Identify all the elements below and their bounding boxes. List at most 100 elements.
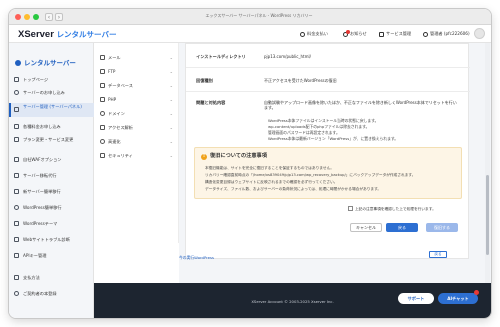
theme-icon: [14, 221, 19, 226]
wp-icon: [14, 205, 19, 210]
back-nav-icon[interactable]: ‹: [45, 13, 53, 21]
account-link[interactable]: 管理者 (pfc222606): [423, 31, 470, 37]
speed-icon: [100, 139, 105, 144]
support-button[interactable]: サポート: [398, 293, 434, 304]
service-label: サービス管理: [386, 31, 412, 36]
warning-title: ! 復旧についての注意事項: [201, 152, 267, 160]
submenu-item-domain[interactable]: ドメイン ⌄: [94, 111, 179, 117]
bullet-item: WordPress本体は最新バージョン「WordPress」が、に置き換えられま…: [268, 136, 399, 141]
page-footer: XServer Account © 2003-2025 Xserver Inc.…: [94, 283, 491, 318]
sidebar-item-waf[interactable]: 自社WAFオプション: [9, 157, 94, 163]
payment-link[interactable]: 料金支払い: [300, 31, 328, 37]
chevron-down-icon: ⌄: [169, 97, 173, 102]
warning-box: ! 復旧についての注意事項 本復旧機能は、サイトを完全に復旧することを保証するもの…: [194, 147, 462, 199]
submenu-item-analytics[interactable]: アクセス解析 ⌄: [94, 125, 179, 131]
notice-badge: [346, 29, 350, 34]
submenu-item-security[interactable]: セキュリティ ⌄: [94, 153, 179, 159]
sidebar-item-diagnosis[interactable]: Webサイトトラブル診断: [9, 237, 94, 243]
warning-title-text: 復旧についての注意事項: [210, 153, 267, 159]
back-button[interactable]: 戻る: [386, 223, 418, 232]
maximize-window-button[interactable]: [33, 14, 39, 20]
grid-icon: [379, 31, 384, 37]
chevron-down-icon: ⌄: [169, 153, 173, 158]
vertical-scrollbar[interactable]: [485, 43, 490, 283]
shield-icon: [100, 153, 105, 158]
sidebar-brand[interactable]: レンタルサーバー: [15, 57, 76, 67]
swap-icon: [14, 137, 19, 142]
warning-icon: !: [201, 154, 207, 160]
home-icon: [14, 77, 19, 82]
warning-line: 構造化変更目録はウェブサイトに反映されるまでの確認を必ず行ってください。: [205, 180, 338, 184]
return-button[interactable]: 戻る: [429, 251, 447, 258]
user-icon: [423, 31, 428, 37]
sidebar-label: サーバー管理 (サーバーパネル): [23, 104, 82, 109]
sidebar-item-top[interactable]: トップページ: [9, 77, 94, 83]
close-window-button[interactable]: [15, 14, 21, 20]
php-icon: [100, 97, 105, 102]
recover-button[interactable]: 復旧する: [426, 223, 458, 232]
chevron-down-icon: ⌄: [169, 83, 173, 88]
agree-checkbox[interactable]: [348, 206, 353, 211]
yen-icon: [14, 124, 19, 129]
scrollbar-thumb[interactable]: [486, 175, 489, 255]
move-icon: [14, 173, 19, 178]
sidebar-item-plan[interactable]: プラン変更・サービス変更: [9, 137, 94, 143]
submenu-label: FTP: [108, 69, 116, 74]
account-label: 管理者 (pfc222606): [430, 31, 470, 36]
main-content: インストールディレクトリ pjp13.com/public_html/ 回復種別…: [179, 43, 491, 283]
state-row: 回復種別 不正アクセスを受けたWordPressの復旧: [186, 68, 470, 92]
agree-checkbox-row[interactable]: 上記の注意事項を確認した上で処理を行います。: [348, 206, 436, 212]
sidebar-item-server-panel[interactable]: サーバー管理 (サーバーパネル): [9, 103, 94, 117]
title-bar: ‹ › エックスサーバー サーバーパネル - WordPress リカバリー: [9, 9, 491, 25]
sidebar-item-register[interactable]: ご契約者の本登録: [9, 291, 94, 297]
sidebar-item-wp-migration[interactable]: WordPress簡単移行: [9, 205, 94, 211]
sidebar-item-wp-theme[interactable]: WordPressテーマ: [9, 221, 94, 227]
problem-desc: 自動試験やアップロード画像を除いたほか、不正なファイルを除き新しくWordPre…: [264, 100, 457, 110]
sidebar-label: サーバーのお申し込み: [23, 90, 65, 95]
service-menu-link[interactable]: サービス管理: [379, 31, 411, 37]
xserver-logo[interactable]: XServer レンタルサーバー: [18, 29, 117, 40]
bell-icon: [343, 29, 350, 37]
sidebar-item-payment[interactable]: 支払方法: [9, 275, 94, 281]
user-icon: [14, 291, 19, 296]
sidebar-item-easy-migration[interactable]: 新サーバー簡単移行: [9, 189, 94, 195]
ftp-icon: [100, 69, 105, 74]
notice-link[interactable]: お知らせ: [343, 29, 367, 37]
sidebar-item-api[interactable]: APIキー管理: [9, 253, 94, 259]
agree-label: 上記の注意事項を確認した上で処理を行います。: [355, 207, 436, 211]
sidebar-item-migration[interactable]: サーバー移転代行: [9, 173, 94, 179]
submenu-item-mail[interactable]: メール ⌄: [94, 55, 179, 61]
sidebar-label: WordPress簡単移行: [23, 205, 62, 210]
window-title: エックスサーバー サーバーパネル - WordPress リカバリー: [205, 13, 313, 18]
install-dir-value: pjp13.com/public_html/: [264, 54, 311, 59]
forward-nav-icon[interactable]: ›: [55, 13, 63, 21]
sidebar-label: ご契約者の本登録: [23, 291, 57, 296]
avatar[interactable]: [474, 28, 485, 39]
server-icon: [14, 107, 19, 112]
sidebar-label: トップページ: [23, 77, 49, 82]
state-label: 回復種別: [196, 78, 213, 83]
recovery-form-card: インストールディレクトリ pjp13.com/public_html/ 回復種別…: [185, 43, 470, 259]
submenu-label: データベース: [108, 83, 133, 88]
sidebar-brand-label: レンタルサーバー: [24, 59, 76, 67]
cancel-button[interactable]: キャンセル: [350, 223, 382, 232]
database-icon: [100, 83, 105, 88]
submenu-item-database[interactable]: データベース ⌄: [94, 83, 179, 89]
state-value: 不正アクセスを受けたWordPressの復旧: [264, 78, 337, 83]
ai-chat-button[interactable]: AIチャット: [438, 293, 478, 304]
sidebar-item-fees[interactable]: 各種料金お申し込み: [9, 124, 94, 130]
warning-line: 本復旧機能は、サイトを完全に復旧することを保証するものではありません。: [205, 166, 334, 170]
logo-text: XServer: [18, 29, 54, 40]
wordpress-link[interactable]: 今の実行WordPress: [179, 255, 214, 261]
minimize-window-button[interactable]: [24, 14, 30, 20]
submenu-item-speed[interactable]: 高速化 ⌄: [94, 139, 179, 145]
top-header: XServer レンタルサーバー 料金支払い お知らせ サービス管理 管理者 (…: [9, 25, 491, 43]
chart-icon: [100, 125, 105, 130]
plus-icon: [14, 90, 19, 95]
install-dir-label: インストールディレクトリ: [196, 54, 246, 59]
globe-icon: [100, 111, 105, 116]
sidebar-item-apply[interactable]: サーバーのお申し込み: [9, 90, 94, 96]
submenu-item-php[interactable]: PHP ⌄: [94, 97, 179, 102]
shield-icon: [14, 157, 19, 162]
submenu-item-ftp[interactable]: FTP ⌄: [94, 69, 179, 74]
